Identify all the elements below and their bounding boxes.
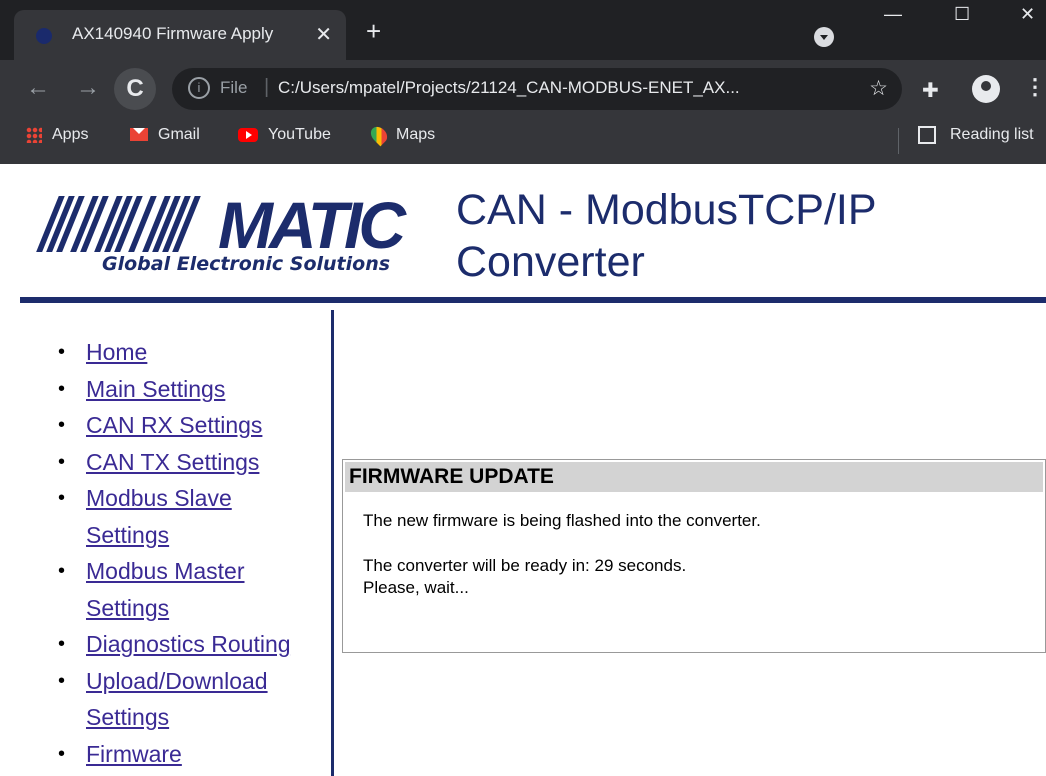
address-bar[interactable]: i File | C:/Users/mpatel/Projects/21124_… xyxy=(172,68,902,110)
page-title-line2: Converter xyxy=(456,238,645,286)
tab-search-icon[interactable] xyxy=(814,27,834,47)
bookmark-star-icon[interactable]: ☆ xyxy=(869,76,888,101)
profile-avatar-icon[interactable] xyxy=(972,75,1000,103)
favicon-icon xyxy=(36,28,52,44)
svg-text:MATIC: MATIC xyxy=(218,188,407,262)
panel-header: FIRMWARE UPDATE xyxy=(345,462,1043,492)
bookmark-gmail[interactable]: Gmail xyxy=(130,126,200,144)
site-info-icon[interactable]: i xyxy=(188,77,210,99)
url-scheme: File xyxy=(220,78,248,97)
bookmark-label: Apps xyxy=(52,126,89,143)
reload-icon[interactable]: C xyxy=(114,68,156,110)
nav-link-upload-download-settings[interactable]: Upload/Download Settings xyxy=(86,668,268,731)
sidebar-nav: Home Main Settings CAN RX Settings CAN T… xyxy=(58,334,318,772)
nav-item-modbus-master-settings: Modbus Master Settings xyxy=(58,553,318,626)
browser-tab[interactable]: AX140940 Firmware Apply ✕ xyxy=(14,10,346,60)
url-text[interactable]: C:/Users/mpatel/Projects/21124_CAN-MODBU… xyxy=(278,78,740,98)
new-tab-button[interactable]: + xyxy=(366,18,381,44)
bookmark-label: Maps xyxy=(396,126,436,144)
nav-link-modbus-master-settings[interactable]: Modbus Master Settings xyxy=(86,558,245,621)
maximize-icon[interactable]: ☐ xyxy=(954,4,970,25)
nav-item-diagnostics-routing: Diagnostics Routing xyxy=(58,626,318,663)
bookmark-maps[interactable]: Maps xyxy=(367,123,436,147)
reading-list-button[interactable]: Reading list xyxy=(918,126,1034,144)
nav-link-can-tx-settings[interactable]: CAN TX Settings xyxy=(86,449,259,475)
browser-toolbar: ← → C i File | C:/Users/mpatel/Projects/… xyxy=(0,60,1046,118)
bookmark-label: YouTube xyxy=(268,126,331,143)
minimize-icon[interactable]: — xyxy=(884,4,902,25)
tab-close-icon[interactable]: ✕ xyxy=(315,22,332,47)
browser-menu-icon[interactable]: ⋮ xyxy=(1024,74,1046,100)
bookmark-label: Gmail xyxy=(158,126,200,143)
forward-icon[interactable]: → xyxy=(76,74,100,102)
page-title-line1: CAN - ModbusTCP/IP xyxy=(456,186,877,234)
nav-item-can-tx-settings: CAN TX Settings xyxy=(58,444,318,481)
back-icon[interactable]: ← xyxy=(26,74,50,102)
bookmarks-bar: Apps Gmail YouTube Maps Reading list xyxy=(0,118,1046,164)
apps-grid-icon xyxy=(26,126,42,143)
tab-title: AX140940 Firmware Apply xyxy=(72,24,274,43)
nav-link-firmware[interactable]: Firmware xyxy=(86,741,182,767)
nav-item-home: Home xyxy=(58,334,318,371)
maps-icon xyxy=(367,123,391,147)
nav-link-home[interactable]: Home xyxy=(86,339,147,365)
page-title: CAN - ModbusTCP/IP Converter xyxy=(456,184,877,288)
gmail-icon xyxy=(130,128,148,142)
flash-status-message: The new firmware is being flashed into t… xyxy=(363,511,761,530)
sidebar-divider xyxy=(331,310,334,776)
nav-item-modbus-slave-settings: Modbus Slave Settings xyxy=(58,480,318,553)
extensions-icon[interactable]: ✚ xyxy=(922,78,939,103)
logo-tagline: Global Electronic Solutions xyxy=(102,253,390,275)
url-separator: | xyxy=(264,76,270,98)
axiomatic-logo: MATIC Global Electronic Solutions xyxy=(36,188,411,275)
header-divider xyxy=(20,297,1046,303)
reading-list-icon xyxy=(918,126,936,144)
nav-item-main-settings: Main Settings xyxy=(58,371,318,408)
nav-item-upload-download-settings: Upload/Download Settings xyxy=(58,663,318,736)
nav-link-main-settings[interactable]: Main Settings xyxy=(86,376,225,402)
youtube-icon xyxy=(238,127,258,142)
nav-link-can-rx-settings[interactable]: CAN RX Settings xyxy=(86,412,262,438)
window-close-icon[interactable]: ✕ xyxy=(1020,4,1035,25)
countdown-message: The converter will be ready in: 29 secon… xyxy=(363,556,687,575)
bookmark-youtube[interactable]: YouTube xyxy=(238,126,331,144)
firmware-update-panel: FIRMWARE UPDATE The new firmware is bein… xyxy=(342,459,1046,653)
tab-strip: AX140940 Firmware Apply ✕ + — ☐ ✕ xyxy=(0,0,1046,60)
nav-link-modbus-slave-settings[interactable]: Modbus Slave Settings xyxy=(86,485,232,548)
nav-link-diagnostics-routing[interactable]: Diagnostics Routing xyxy=(86,631,291,657)
bookmarks-divider xyxy=(898,128,899,154)
nav-item-firmware: Firmware xyxy=(58,736,318,773)
panel-heading: FIRMWARE UPDATE xyxy=(349,465,554,488)
bookmark-apps[interactable]: Apps xyxy=(26,126,88,144)
wait-message: Please, wait... xyxy=(363,578,469,597)
reading-list-label: Reading list xyxy=(950,126,1034,144)
nav-item-can-rx-settings: CAN RX Settings xyxy=(58,407,318,444)
